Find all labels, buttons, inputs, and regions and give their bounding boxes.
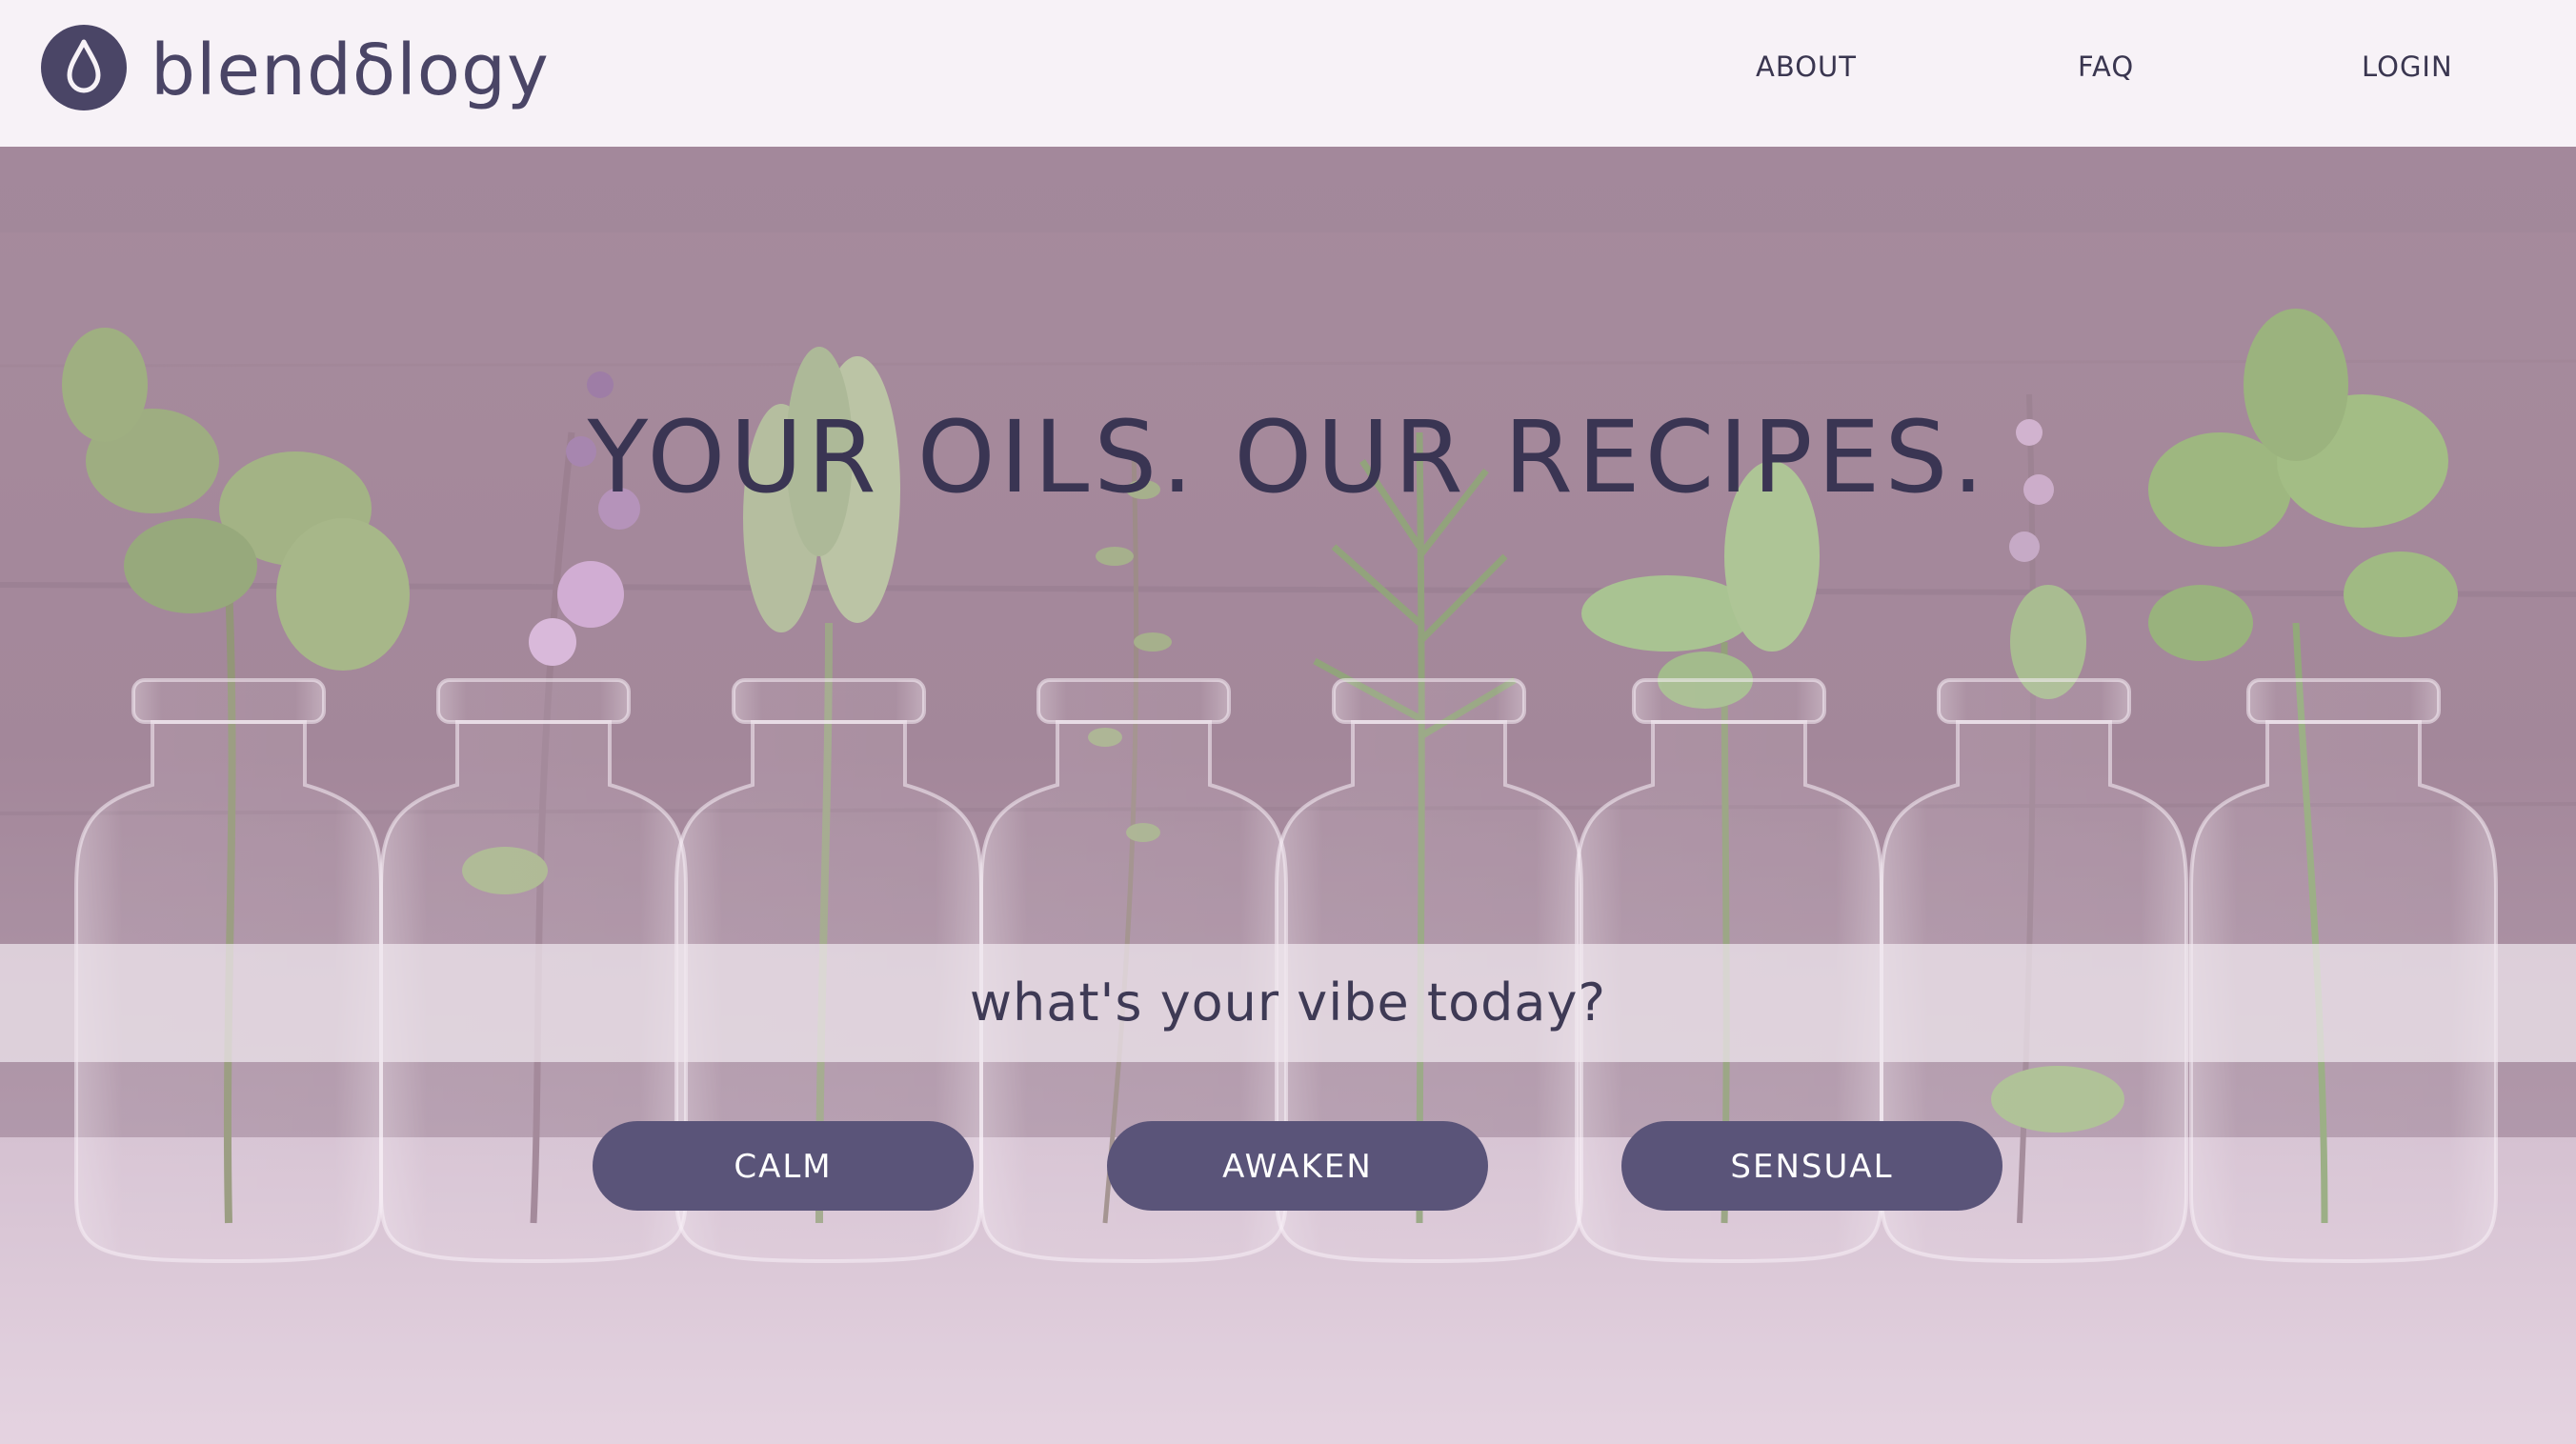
calm-button[interactable]: CALM xyxy=(593,1121,974,1211)
nav-about-link[interactable]: ABOUT xyxy=(1756,48,1857,86)
hero-color-overlay xyxy=(0,147,2576,1444)
site-header: blendδlogy ABOUT FAQ LOGIN xyxy=(0,0,2576,147)
logo-droplet-icon[interactable] xyxy=(41,25,127,110)
page: blendδlogy ABOUT FAQ LOGIN YOUR OILS. OU… xyxy=(0,0,2576,1444)
hero-headline: YOUR OILS. OUR RECIPES. xyxy=(587,398,1989,515)
vibe-prompt-text: what's your vibe today? xyxy=(969,973,1607,1033)
nav-faq-link[interactable]: FAQ xyxy=(2078,48,2134,86)
nav-login-link[interactable]: LOGIN xyxy=(2362,48,2453,86)
sensual-button[interactable]: SENSUAL xyxy=(1621,1121,2002,1211)
logo-wordmark[interactable]: blendδlogy xyxy=(151,25,550,116)
vibe-prompt-band: what's your vibe today? xyxy=(0,944,2576,1062)
hero-background-image xyxy=(0,147,2576,1444)
awaken-button[interactable]: AWAKEN xyxy=(1107,1121,1488,1211)
